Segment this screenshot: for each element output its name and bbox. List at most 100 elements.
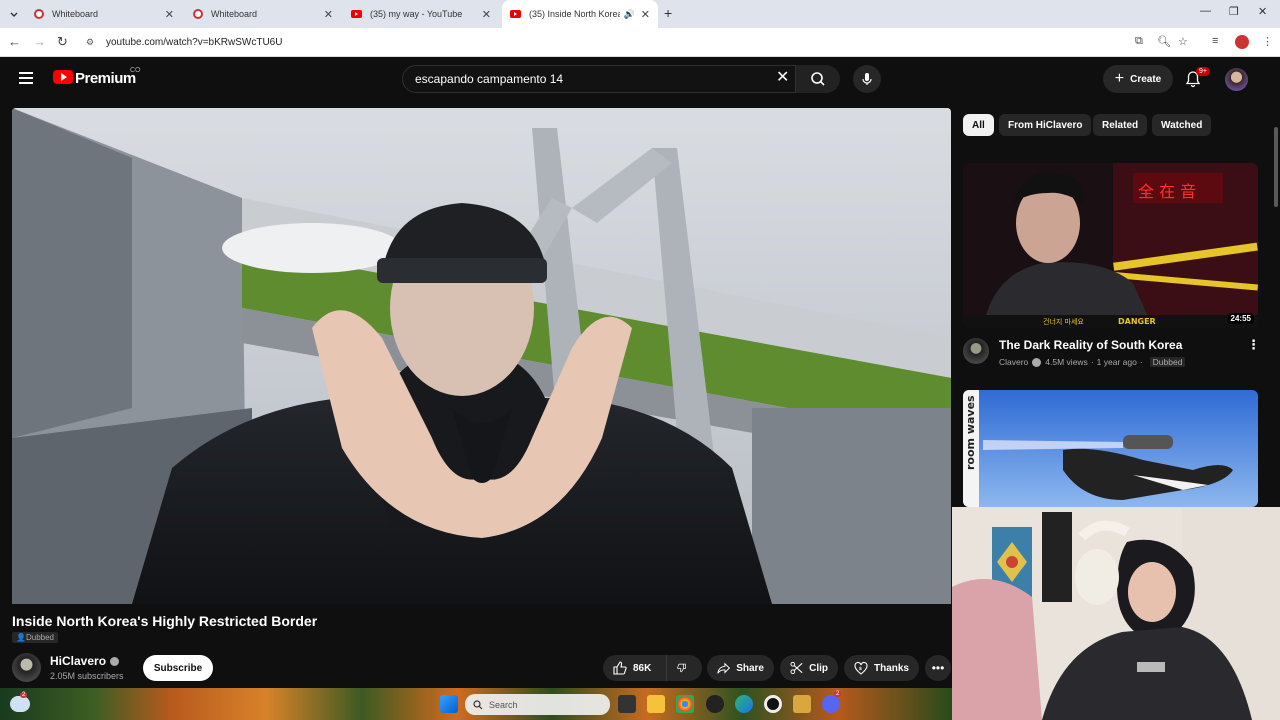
- video-player[interactable]: [12, 108, 951, 604]
- channel-avatar[interactable]: [12, 653, 41, 682]
- dislike-button[interactable]: [666, 655, 702, 681]
- thumbs-down-icon: [677, 663, 686, 673]
- search-button[interactable]: [796, 65, 840, 93]
- edge-icon[interactable]: [735, 695, 753, 713]
- share-button[interactable]: Share: [707, 655, 774, 681]
- tab-title: (35) Inside North Korea's Hi: [529, 9, 620, 19]
- forward-button[interactable]: →: [33, 34, 46, 49]
- chip-all[interactable]: All: [963, 114, 994, 136]
- page-scrollbar[interactable]: [1274, 127, 1278, 207]
- minimize-button[interactable]: —: [1200, 5, 1211, 17]
- youtube-logo-icon[interactable]: [53, 70, 73, 84]
- dot-separator: ·: [1090, 357, 1094, 367]
- chip-from-channel[interactable]: From HiClavero: [999, 114, 1092, 136]
- video-frame: [12, 108, 951, 604]
- more-actions-icon[interactable]: •••: [925, 655, 951, 681]
- close-icon[interactable]: ✕: [641, 8, 650, 21]
- like-button[interactable]: 86K: [603, 655, 666, 681]
- channel-name[interactable]: Clavero: [999, 357, 1028, 367]
- reload-button[interactable]: ↻: [57, 34, 68, 50]
- browser-tab[interactable]: Whiteboard ✕: [185, 0, 341, 28]
- weather-icon[interactable]: [10, 696, 30, 712]
- close-icon[interactable]: ✕: [324, 8, 333, 21]
- dubbed-badge: Dubbed: [1149, 357, 1186, 367]
- file-explorer-icon[interactable]: [647, 695, 665, 713]
- omnibox[interactable]: ⚙ youtube.com/watch?v=bKRwSWcTU6U: [80, 31, 1200, 53]
- whiteboard-icon: [34, 9, 44, 19]
- close-icon[interactable]: ✕: [482, 8, 491, 21]
- recommended-thumbnail[interactable]: room waves: [963, 390, 1258, 507]
- url-text: youtube.com/watch?v=bKRwSWcTU6U: [106, 36, 283, 48]
- zoom-icon[interactable]: 🔍︎: [1157, 35, 1171, 48]
- task-view-icon[interactable]: [618, 695, 636, 713]
- clear-search-icon[interactable]: ✕: [776, 70, 789, 86]
- app-icon[interactable]: [706, 695, 724, 713]
- app-icon[interactable]: [793, 695, 811, 713]
- close-icon[interactable]: ✕: [165, 8, 174, 21]
- media-controls-icon[interactable]: ≡: [1212, 35, 1218, 47]
- voice-search-button[interactable]: [853, 65, 881, 93]
- site-info-icon[interactable]: ⚙: [86, 37, 100, 48]
- browser-tab[interactable]: Whiteboard ✕: [26, 0, 182, 28]
- channel-name-text: HiClavero: [50, 654, 107, 668]
- browser-tab-active[interactable]: (35) Inside North Korea's Hi 🔊 ✕: [502, 0, 658, 28]
- clip-button[interactable]: Clip: [780, 655, 838, 681]
- thanks-heart-icon: $: [854, 661, 868, 675]
- plus-icon: +: [1114, 70, 1125, 87]
- chip-watched[interactable]: Watched: [1152, 114, 1212, 136]
- install-app-icon[interactable]: ⧉: [1135, 35, 1143, 48]
- logo-text: Premium: [75, 70, 136, 87]
- windows-start-icon[interactable]: [440, 695, 458, 713]
- thumb-text: room waves: [964, 395, 977, 470]
- chip-related[interactable]: Related: [1093, 114, 1148, 136]
- taskbar-search[interactable]: Search: [465, 694, 610, 715]
- notification-badge: 9+: [1196, 67, 1210, 76]
- address-bar-row: ← → ↻ ⚙ youtube.com/watch?v=bKRwSWcTU6U …: [0, 28, 1280, 57]
- thumbs-up-icon: [613, 661, 627, 675]
- search-icon: [473, 699, 483, 709]
- subscribe-button[interactable]: Subscribe: [143, 655, 213, 681]
- search-input[interactable]: [415, 72, 765, 86]
- recommended-title[interactable]: The Dark Reality of South Korea: [999, 338, 1182, 352]
- windows-taskbar: 2 Search 2: [0, 688, 952, 720]
- tab-search-button[interactable]: [6, 6, 22, 22]
- more-options-icon[interactable]: ⋮: [1247, 337, 1260, 353]
- upload-age: 1 year ago: [1096, 357, 1137, 367]
- browser-tab[interactable]: (35) my way - YouTube ✕: [343, 0, 499, 28]
- browser-profile-avatar[interactable]: [1235, 35, 1249, 49]
- window-close-button[interactable]: ✕: [1258, 5, 1267, 18]
- search-box[interactable]: [402, 65, 796, 93]
- youtube-icon: [351, 10, 362, 18]
- dubbed-label: Dubbed: [25, 633, 54, 642]
- view-count: 4.5M views: [1045, 357, 1088, 367]
- browser-menu-icon[interactable]: ⋮: [1262, 35, 1273, 48]
- tab-title: Whiteboard: [52, 9, 99, 19]
- user-avatar[interactable]: [1225, 68, 1248, 91]
- thumbnail-image: 全 在 音 건너지 마세요 DANGER: [963, 163, 1258, 328]
- dubbed-badge: 👤Dubbed: [12, 632, 58, 643]
- channel-name[interactable]: HiClavero: [50, 654, 120, 668]
- new-tab-button[interactable]: +: [664, 5, 672, 21]
- webcam-overlay: [952, 507, 1280, 720]
- obs-icon[interactable]: [764, 695, 782, 713]
- person-speaking-icon: 👤: [16, 633, 26, 642]
- microphone-icon: [862, 73, 872, 85]
- speaker-icon[interactable]: 🔊: [624, 9, 635, 20]
- recommended-thumbnail[interactable]: 全 在 音 건너지 마세요 DANGER 24:55: [963, 163, 1258, 328]
- create-label: Create: [1130, 73, 1162, 85]
- discord-icon[interactable]: [822, 695, 840, 713]
- chrome-icon[interactable]: [676, 695, 694, 713]
- bookmark-star-icon[interactable]: ☆: [1178, 35, 1188, 48]
- chevron-down-icon: [10, 12, 18, 17]
- back-button[interactable]: ←: [8, 34, 21, 49]
- create-button[interactable]: + Create: [1103, 65, 1173, 93]
- verified-icon: [1032, 357, 1042, 367]
- channel-avatar[interactable]: [963, 338, 989, 364]
- restore-button[interactable]: ❐: [1229, 5, 1239, 18]
- thanks-button[interactable]: $ Thanks: [844, 655, 919, 681]
- duration-badge: 24:55: [1227, 313, 1254, 324]
- youtube-header: Premium CO ✕ + Create 9+: [0, 57, 1272, 101]
- taskbar-search-label: Search: [489, 699, 518, 710]
- hamburger-menu-icon[interactable]: [19, 72, 33, 84]
- like-count: 86K: [633, 662, 652, 674]
